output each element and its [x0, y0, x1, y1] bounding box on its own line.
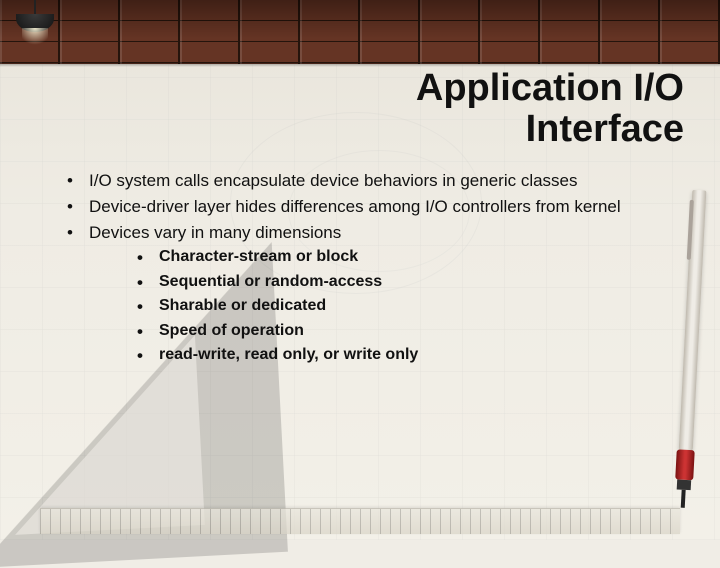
- bullet-item: I/O system calls encapsulate device beha…: [55, 170, 680, 192]
- bullet-item: Device-driver layer hides differences am…: [55, 196, 680, 218]
- sub-bullet-item: Sharable or dedicated: [125, 296, 680, 316]
- sub-bullet-item: Character-stream or block: [125, 247, 680, 267]
- title-line-2: Interface: [416, 109, 684, 150]
- ruler-icon: [40, 508, 680, 534]
- sub-bullet-item: read-write, read only, or write only: [125, 345, 680, 365]
- title-line-1: Application I/O: [416, 68, 684, 109]
- sub-bullet-item: Sequential or random-access: [125, 272, 680, 292]
- slide-body: I/O system calls encapsulate device beha…: [55, 170, 680, 370]
- sub-bullet-item: Speed of operation: [125, 321, 680, 341]
- slide: Application I/O Interface I/O system cal…: [0, 0, 720, 540]
- brick-wall-decor: [0, 0, 720, 64]
- bullet-item: Devices vary in many dimensions: [55, 222, 680, 244]
- slide-title: Application I/O Interface: [416, 68, 684, 150]
- lamp-icon: [12, 0, 58, 60]
